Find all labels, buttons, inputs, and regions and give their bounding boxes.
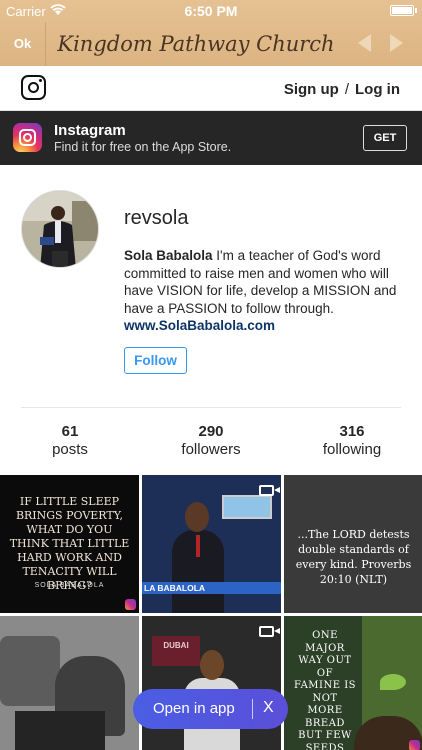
stat-followers-label: followers (181, 441, 241, 458)
instagram-logo-icon[interactable] (21, 75, 46, 100)
open-in-app-pill: Open in app X (133, 689, 288, 729)
bio-name: Sola Babalola (124, 248, 213, 263)
speaker-tie (196, 535, 200, 557)
post-signature: SOLA BABALOLA (34, 582, 105, 589)
sprout-icon (380, 674, 406, 690)
instagram-app-icon (13, 123, 42, 152)
video-icon (259, 485, 280, 496)
divider (21, 407, 401, 408)
stat-following[interactable]: 316 following (282, 423, 422, 459)
profile-stats: 61 posts 290 followers 316 following (0, 423, 422, 463)
instagram-header: Sign up / Log in (0, 66, 422, 111)
post-thumbnail[interactable]: If little sleep brings poverty, what do … (0, 475, 139, 613)
post-thumbnail[interactable]: ...The LORD detests double standards of … (284, 475, 422, 613)
avatar-photo (22, 191, 98, 267)
app-store-banner: Instagram Find it for free on the App St… (0, 111, 422, 165)
stat-posts[interactable]: 61 posts (0, 423, 140, 459)
clock: 6:50 PM (184, 3, 238, 19)
pill-divider (252, 699, 253, 719)
stat-followers[interactable]: 290 followers (141, 423, 281, 459)
stat-followers-count: 290 (198, 423, 224, 440)
signup-link[interactable]: Sign up (284, 81, 339, 98)
post-thumbnail[interactable]: One major way out of famine is not more … (284, 616, 422, 750)
banner-app-name: Instagram (54, 122, 126, 139)
photo-shape (15, 711, 105, 750)
website-link[interactable]: www.SolaBabalola.com (124, 317, 404, 335)
close-icon[interactable]: X (263, 699, 274, 717)
profile-username: revsola (124, 207, 189, 229)
post-quote-text: ...The LORD detests double standards of … (295, 528, 412, 586)
photo-shape (0, 636, 60, 706)
post-thumbnail[interactable]: LA BABALOLA (142, 475, 281, 613)
page-title: Kingdom Pathway Church (57, 32, 335, 56)
stat-posts-label: posts (52, 441, 88, 458)
post-quote-text: One major way out of famine is not more … (294, 630, 357, 750)
post-quote-text: If little sleep brings poverty, what do … (9, 495, 130, 592)
speaker-head (200, 650, 224, 680)
status-bar: Carrier 6:50 PM (0, 0, 422, 22)
ok-button[interactable]: Ok (0, 22, 46, 66)
stat-following-count: 316 (339, 423, 365, 440)
login-link[interactable]: Log in (355, 81, 400, 98)
avatar[interactable] (21, 190, 99, 268)
back-arrow-icon[interactable] (358, 34, 371, 52)
stat-following-label: following (322, 441, 382, 458)
auth-links: Sign up / Log in (284, 81, 400, 98)
stat-posts-count: 61 (61, 423, 79, 440)
battery-icon (390, 5, 417, 16)
auth-separator: / (344, 81, 349, 98)
post-sign-text: DUBAI (152, 636, 200, 666)
follow-button[interactable]: Follow (124, 347, 187, 374)
top-bar: Carrier 6:50 PM Ok Kingdom Pathway Churc… (0, 0, 422, 66)
banner-subtitle: Find it for free on the App Store. (54, 140, 232, 154)
post-thumbnail[interactable]: DUBAI (142, 616, 281, 750)
speaker-head (185, 502, 209, 532)
get-button[interactable]: GET (363, 125, 407, 151)
instagram-badge-icon (409, 740, 420, 750)
profile-bio: Sola Babalola I'm a teacher of God's wor… (124, 247, 404, 335)
video-icon (259, 626, 280, 637)
instagram-badge-icon (125, 599, 136, 610)
projector-screen (222, 495, 272, 519)
forward-arrow-icon[interactable] (390, 34, 403, 52)
open-in-app-button[interactable]: Open in app (153, 700, 235, 717)
post-caption-bar: LA BABALOLA (142, 582, 281, 594)
post-thumbnail[interactable] (0, 616, 139, 750)
